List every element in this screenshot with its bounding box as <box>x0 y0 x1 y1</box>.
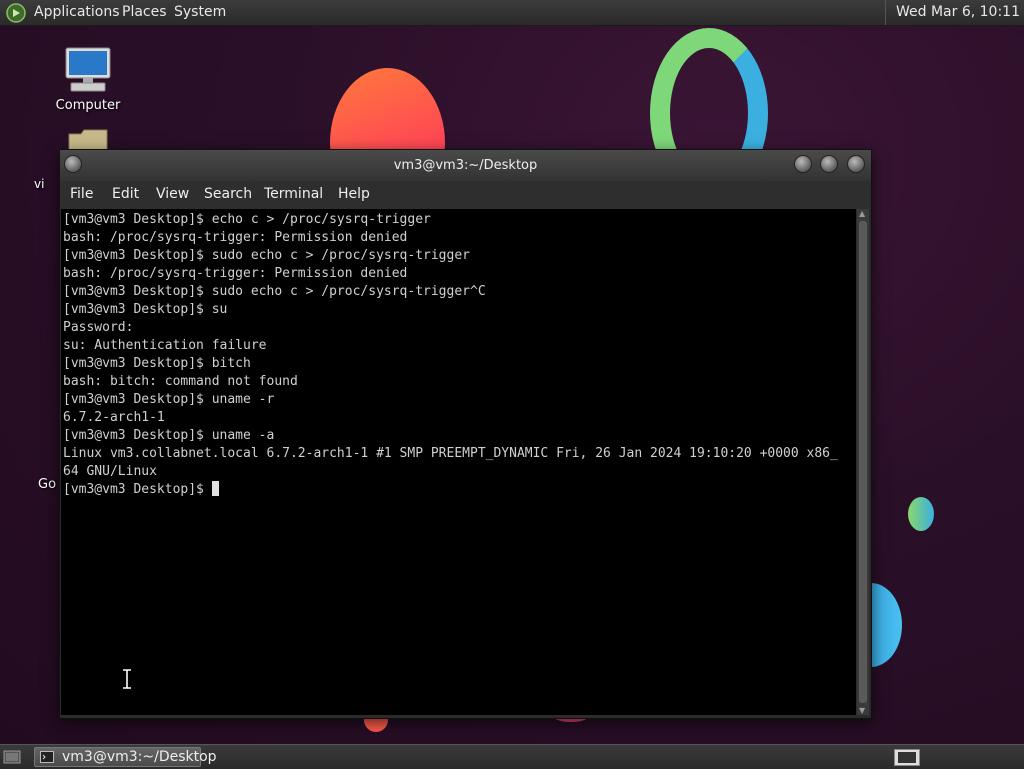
terminal-line: [vm3@vm3 Desktop]$ sudo echo c > /proc/s… <box>63 248 470 263</box>
show-desktop-icon[interactable] <box>3 749 21 765</box>
places-menu[interactable]: Places <box>122 4 167 20</box>
terminal-text: [vm3@vm3 Desktop]$ echo c > /proc/sysrq-… <box>61 209 856 499</box>
folder-icon <box>68 129 108 150</box>
terminal-line: bash: /proc/sysrq-trigger: Permission de… <box>63 266 408 281</box>
menu-view[interactable]: View <box>156 186 189 202</box>
menu-edit[interactable]: Edit <box>112 186 139 202</box>
desktop-icon-label-partial[interactable]: vi <box>34 177 56 191</box>
distro-logo-icon[interactable] <box>6 3 26 23</box>
terminal-line: [vm3@vm3 Desktop]$ bitch <box>63 356 251 371</box>
wallpaper-small-blob <box>908 497 934 531</box>
terminal-line: 64 GNU/Linux <box>63 464 157 479</box>
minimize-button[interactable] <box>794 155 812 173</box>
desktop-icon-folder[interactable] <box>48 128 128 150</box>
terminal-line: bash: bitch: command not found <box>63 374 298 389</box>
terminal-prompt: [vm3@vm3 Desktop]$ <box>63 482 212 497</box>
computer-icon <box>65 47 111 92</box>
terminal-line: su: Authentication failure <box>63 338 267 353</box>
desktop-icon-label: Computer <box>55 98 121 113</box>
desktop-icon-computer[interactable]: Computer <box>48 46 128 113</box>
maximize-button[interactable] <box>820 155 838 173</box>
window-titlebar[interactable]: vm3@vm3:~/Desktop <box>60 150 871 181</box>
menu-file[interactable]: File <box>70 186 93 202</box>
terminal-scrollbar[interactable]: ▲ ▼ <box>857 209 869 715</box>
terminal-icon <box>40 751 54 763</box>
terminal-window[interactable]: vm3@vm3:~/Desktop File Edit View Search … <box>59 149 872 719</box>
bottom-panel: vm3@vm3:~/Desktop <box>0 744 1024 769</box>
scroll-up-icon[interactable]: ▲ <box>859 209 865 218</box>
desktop-icon-trash-label[interactable]: Go <box>38 477 60 492</box>
terminal-line: bash: /proc/sysrq-trigger: Permission de… <box>63 230 408 245</box>
window-title: vm3@vm3:~/Desktop <box>393 158 538 173</box>
terminal-menubar: File Edit View Search Terminal Help <box>60 181 871 209</box>
terminal-line: Linux vm3.collabnet.local 6.7.2-arch1-1 … <box>63 446 838 461</box>
scroll-down-icon[interactable]: ▼ <box>859 706 865 715</box>
scrollbar-thumb[interactable] <box>859 221 867 703</box>
menu-terminal[interactable]: Terminal <box>264 186 323 202</box>
terminal-line: 6.7.2-arch1-1 <box>63 410 165 425</box>
applications-menu[interactable]: Applications <box>34 4 120 20</box>
terminal-cursor <box>211 481 219 496</box>
terminal-line: [vm3@vm3 Desktop]$ sudo echo c > /proc/s… <box>63 284 486 299</box>
top-panel: Applications Places System Wed Mar 6, 10… <box>0 0 1024 26</box>
close-button[interactable] <box>847 155 865 173</box>
taskbar-button-terminal[interactable]: vm3@vm3:~/Desktop <box>34 747 217 767</box>
terminal-line: Password: <box>63 320 134 335</box>
menu-search[interactable]: Search <box>204 186 252 202</box>
terminal-line: [vm3@vm3 Desktop]$ su <box>63 302 228 317</box>
terminal-output[interactable]: [vm3@vm3 Desktop]$ echo c > /proc/sysrq-… <box>61 209 856 715</box>
workspace-switcher-icon[interactable] <box>894 749 920 766</box>
system-menu[interactable]: System <box>174 4 226 20</box>
taskbar-button-label: vm3@vm3:~/Desktop <box>62 749 217 765</box>
terminal-line: [vm3@vm3 Desktop]$ echo c > /proc/sysrq-… <box>63 212 431 227</box>
text-cursor-icon <box>123 669 131 689</box>
terminal-line: [vm3@vm3 Desktop]$ uname -a <box>63 428 275 443</box>
menu-help[interactable]: Help <box>338 186 370 202</box>
terminal-line: [vm3@vm3 Desktop]$ uname -r <box>63 392 275 407</box>
clock[interactable]: Wed Mar 6, 10:11 <box>885 0 1024 25</box>
